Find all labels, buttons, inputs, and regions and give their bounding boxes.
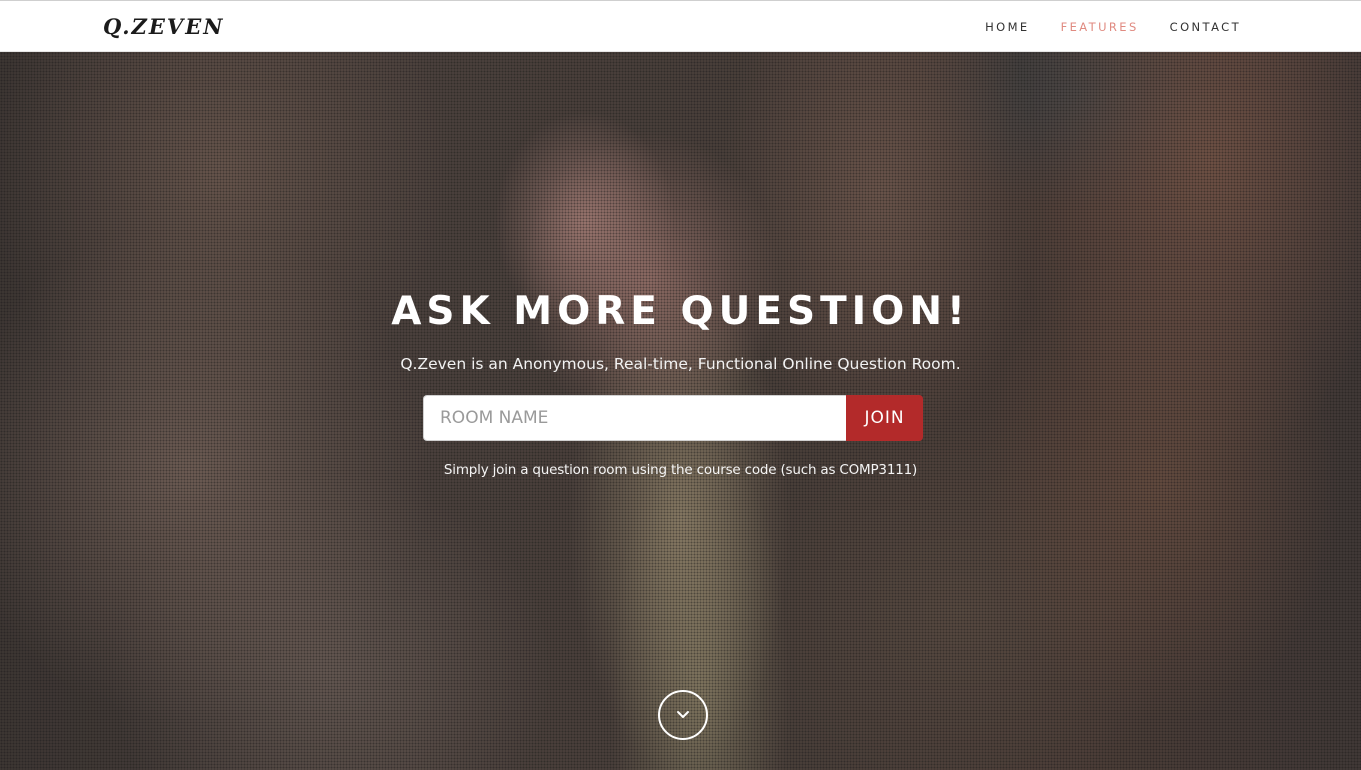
chevron-down-icon <box>677 711 689 718</box>
hero-tagline: Q.Zeven is an Anonymous, Real-time, Func… <box>400 355 961 373</box>
join-room-form: JOIN <box>423 395 923 441</box>
hero-section: ASK MORE QUESTION! Q.Zeven is an Anonymo… <box>0 52 1361 770</box>
join-hint: Simply join a question room using the co… <box>443 462 918 478</box>
room-name-input[interactable] <box>423 395 846 441</box>
scroll-down-button[interactable] <box>658 690 708 740</box>
join-button[interactable]: JOIN <box>846 395 923 441</box>
hero-headline: ASK MORE QUESTION! <box>391 289 970 334</box>
navbar: Q.ZEVEN HOME FEATURES CONTACT <box>0 0 1361 52</box>
brand-logo[interactable]: Q.ZEVEN <box>103 14 224 39</box>
nav-link-features[interactable]: FEATURES <box>1061 20 1139 34</box>
nav-link-contact[interactable]: CONTACT <box>1170 20 1241 34</box>
nav-links: HOME FEATURES CONTACT <box>954 20 1241 34</box>
nav-link-home[interactable]: HOME <box>985 20 1030 34</box>
hero-content: ASK MORE QUESTION! Q.Zeven is an Anonymo… <box>0 52 1361 770</box>
